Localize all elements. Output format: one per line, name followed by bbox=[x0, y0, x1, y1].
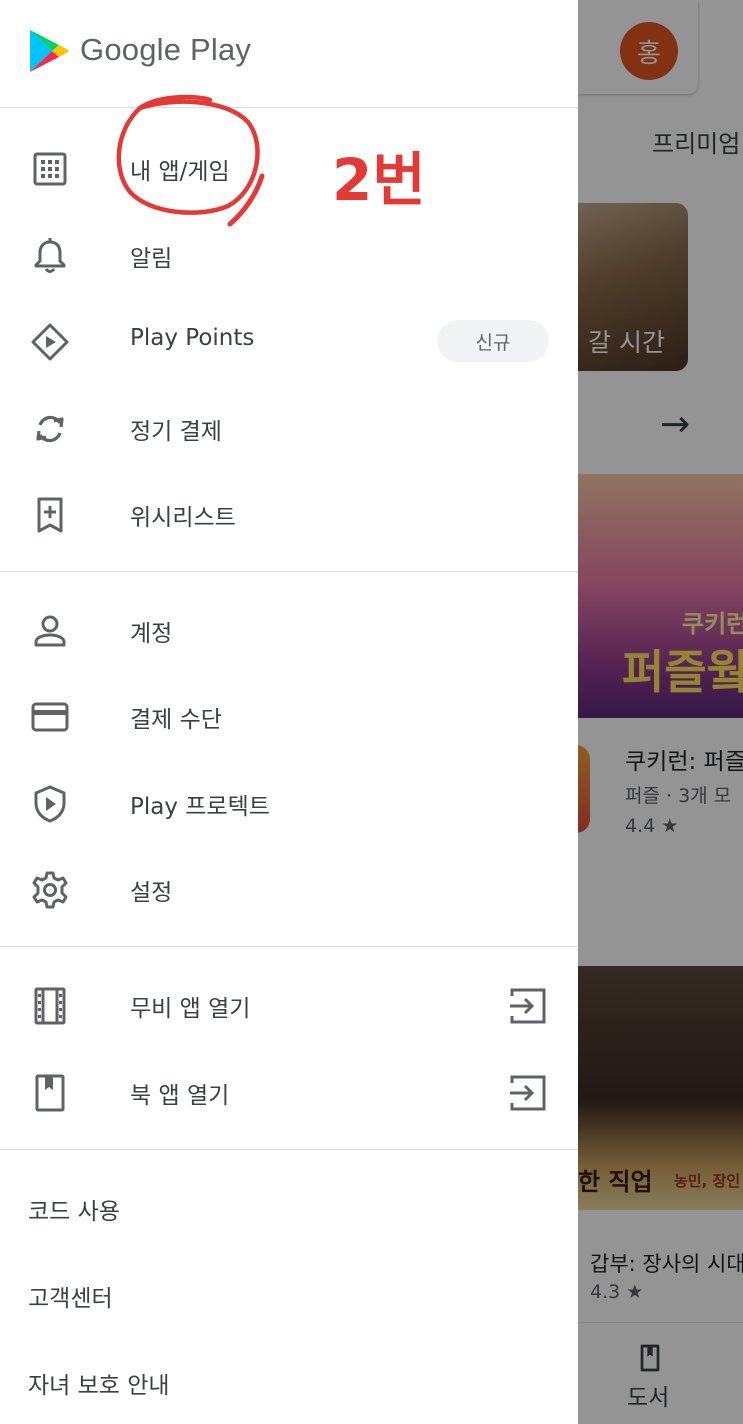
menu-open-books-app[interactable]: 북 앱 열기 bbox=[0, 1048, 578, 1134]
account-icon bbox=[30, 611, 70, 651]
menu-divider bbox=[0, 1149, 578, 1150]
drawer-header: Google Play bbox=[0, 0, 578, 108]
menu-account[interactable]: 계정 bbox=[0, 586, 578, 672]
credit-card-icon bbox=[30, 697, 70, 737]
menu-label: 무비 앱 열기 bbox=[130, 996, 251, 1022]
wishlist-bookmark-icon bbox=[30, 495, 70, 535]
menu-my-apps-games[interactable]: 내 앱/게임 bbox=[0, 124, 578, 210]
bell-icon bbox=[30, 236, 70, 276]
apps-grid-icon bbox=[30, 149, 70, 189]
menu-divider bbox=[0, 946, 578, 947]
play-points-icon bbox=[30, 322, 70, 362]
menu-label: 위시리스트 bbox=[130, 505, 236, 531]
menu-help-center[interactable]: 고객센터 bbox=[28, 1279, 113, 1313]
menu-parent-guide[interactable]: 자녀 보호 안내 bbox=[28, 1366, 170, 1400]
menu-divider bbox=[0, 571, 578, 572]
menu-redeem-code[interactable]: 코드 사용 bbox=[28, 1192, 120, 1226]
menu-play-points[interactable]: Play Points 신규 bbox=[0, 297, 578, 383]
google-play-logo-icon bbox=[28, 28, 70, 74]
book-icon bbox=[30, 1073, 70, 1113]
menu-payment-methods[interactable]: 결제 수단 bbox=[0, 672, 578, 758]
menu-label: 알림 bbox=[130, 246, 173, 272]
open-external-icon bbox=[508, 986, 548, 1026]
app-title: Google Play bbox=[80, 32, 252, 67]
menu-label: 계정 bbox=[130, 621, 173, 647]
menu-label: 정기 결제 bbox=[130, 419, 222, 445]
subscription-refresh-icon bbox=[30, 409, 70, 449]
open-external-icon bbox=[508, 1073, 548, 1113]
shield-play-icon bbox=[30, 784, 70, 824]
gear-icon bbox=[30, 870, 70, 910]
menu-label: 내 앱/게임 bbox=[130, 159, 230, 185]
menu-play-protect[interactable]: Play 프로텍트 bbox=[0, 759, 578, 845]
menu-notifications[interactable]: 알림 bbox=[0, 211, 578, 297]
menu-settings[interactable]: 설정 bbox=[0, 845, 578, 931]
menu-label: 북 앱 열기 bbox=[130, 1083, 230, 1109]
menu-label: Play Points bbox=[130, 325, 255, 351]
menu-subscriptions[interactable]: 정기 결제 bbox=[0, 384, 578, 470]
navigation-drawer: Google Play 내 앱/게임 알림 Play Points 신규 정기 … bbox=[0, 0, 578, 1424]
menu-wishlist[interactable]: 위시리스트 bbox=[0, 470, 578, 556]
menu-label: Play 프로텍트 bbox=[130, 794, 270, 820]
menu-label: 설정 bbox=[130, 880, 173, 906]
menu-open-movies-app[interactable]: 무비 앱 열기 bbox=[0, 961, 578, 1047]
menu-label: 결제 수단 bbox=[130, 707, 222, 733]
new-badge: 신규 bbox=[437, 320, 549, 362]
film-icon bbox=[30, 986, 70, 1026]
